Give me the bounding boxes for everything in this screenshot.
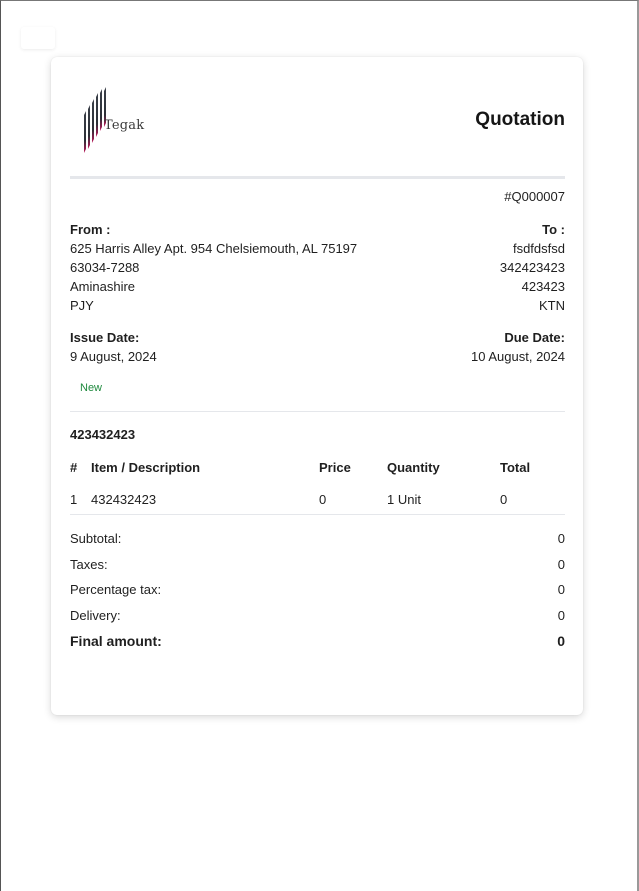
table-cell: 0 xyxy=(319,492,327,507)
delivery-row: Delivery: 0 xyxy=(70,606,565,632)
issue-date-label: Issue Date: xyxy=(70,330,140,345)
header-divider xyxy=(70,176,565,179)
from-line: PJY xyxy=(70,298,94,313)
to-label: To : xyxy=(542,222,565,237)
total-value: 0 xyxy=(557,607,565,623)
totals-summary: Subtotal: 0 Taxes: 0 Percentage tax: 0 D… xyxy=(70,529,565,631)
final-amount-value: 0 xyxy=(557,633,565,649)
items-table: # Item / Description Price Quantity Tota… xyxy=(70,457,565,521)
total-value: 0 xyxy=(557,582,565,597)
taxes-row: Taxes: 0 xyxy=(70,555,565,581)
from-line: 625 Harris Alley Apt. 954 Chelsiemouth, … xyxy=(70,241,358,256)
table-divider xyxy=(70,514,565,515)
document-title: Quotation xyxy=(475,109,565,130)
section-divider xyxy=(70,411,565,412)
percentage-tax-row: Percentage tax: 0 xyxy=(70,580,565,606)
from-line: Aminashire xyxy=(70,279,136,294)
quotation-number: #Q000007 xyxy=(504,189,565,204)
issue-date: Issue Date: 9 August, 2024 xyxy=(70,328,157,366)
due-date-label: Due Date: xyxy=(504,330,565,345)
from-line: 63034-7288 xyxy=(70,260,140,275)
column-header: Total xyxy=(500,460,531,475)
table-header-row: # Item / Description Price Quantity Tota… xyxy=(70,457,565,489)
table-row: 1 432432423 0 1 Unit 0 xyxy=(70,489,565,521)
background-tab xyxy=(21,27,55,49)
total-value: 0 xyxy=(557,531,565,546)
final-amount-label: Final amount: xyxy=(70,633,162,649)
issue-date-value: 9 August, 2024 xyxy=(70,349,157,364)
to-line: KTN xyxy=(539,298,565,313)
to-line: 423423 xyxy=(521,279,565,294)
quotation-reference: 423432423 xyxy=(70,427,136,442)
to-line: fsdfdsfsd xyxy=(512,241,565,256)
total-label: Taxes: xyxy=(70,556,108,572)
from-label: From : xyxy=(70,222,111,237)
table-cell: 0 xyxy=(500,492,508,507)
due-date-value: 10 August, 2024 xyxy=(471,349,565,364)
total-label: Percentage tax: xyxy=(70,582,162,597)
to-address: To : fsdfdsfsd 342423423 423423 KTN xyxy=(500,220,565,315)
table-cell: 1 xyxy=(70,492,78,507)
column-header: Quantity xyxy=(387,460,440,475)
quotation-content: Tegak Quotation #Q000007 From : 625 Harr… xyxy=(70,57,565,715)
due-date: Due Date: 10 August, 2024 xyxy=(471,328,565,366)
column-header: Item / Description xyxy=(91,460,201,475)
total-label: Delivery: xyxy=(70,607,121,623)
subtotal-row: Subtotal: 0 xyxy=(70,529,565,555)
to-line: 342423423 xyxy=(499,260,565,275)
brand-name: Tegak xyxy=(104,118,145,133)
table-cell: 1 Unit xyxy=(387,492,421,507)
total-label: Subtotal: xyxy=(70,531,122,546)
column-header: Price xyxy=(319,460,351,475)
quotation-card: Tegak Quotation #Q000007 From : 625 Harr… xyxy=(51,57,583,715)
column-header: # xyxy=(70,460,78,475)
from-address: From : 625 Harris Alley Apt. 954 Chelsie… xyxy=(70,220,357,315)
total-value: 0 xyxy=(557,556,565,572)
table-cell: 432432423 xyxy=(91,492,157,507)
status-badge: New xyxy=(80,382,103,394)
